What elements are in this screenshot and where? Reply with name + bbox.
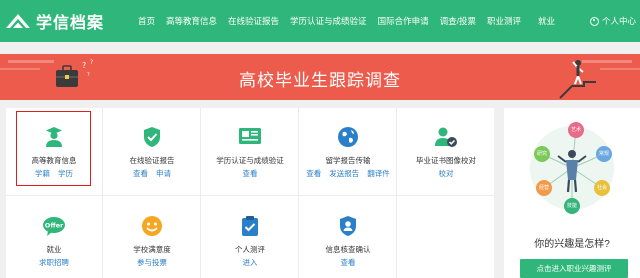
- top-navigation-bar: 学信档案 首页 高等教育信息 在线验证报告 学历认证与成绩验证 国际合作申请 调…: [0, 0, 640, 42]
- service-label: 就业: [46, 245, 62, 254]
- svg-text:?: ?: [90, 59, 93, 66]
- grid-divider: [6, 195, 494, 196]
- shield-user-icon: [340, 216, 356, 236]
- bubble-label: 艺术: [570, 127, 581, 133]
- nav-employment[interactable]: 就业: [538, 15, 555, 27]
- link-send-report[interactable]: 发送报告: [329, 169, 359, 178]
- link-view[interactable]: 查看: [133, 169, 148, 178]
- offer-icon: Offer: [43, 217, 65, 236]
- service-employment[interactable]: Offer 就业 求职招聘: [6, 197, 102, 278]
- nav-degree-certification[interactable]: 学历认证与成绩验证: [290, 15, 367, 27]
- service-degree-certification[interactable]: 学历认证与成绩验证 查看: [202, 108, 298, 195]
- user-center-menu[interactable]: 个人中心: [590, 0, 636, 42]
- link-proofread[interactable]: 校对: [439, 169, 454, 178]
- service-info-verification[interactable]: 信息核查确认 查看: [300, 197, 396, 278]
- service-label: 学历认证与成绩验证: [216, 156, 284, 165]
- grid-divider: [396, 108, 397, 278]
- link-vote[interactable]: 参与投票: [137, 258, 167, 267]
- clipboard-check-icon: [242, 216, 258, 236]
- nav-online-verification-report[interactable]: 在线验证报告: [228, 15, 279, 27]
- nav-career-assessment[interactable]: 职业测评: [487, 15, 521, 27]
- link-view[interactable]: 查看: [243, 169, 258, 178]
- nav-higher-education-info[interactable]: 高等教育信息: [166, 15, 217, 27]
- service-grid: 高等教育信息 学籍 学历 在线验证报告 查看 申请 学历认证与成绩验证 查看 留…: [6, 108, 494, 278]
- logo-book-icon: [6, 14, 30, 28]
- service-label: 在线验证报告: [129, 156, 175, 165]
- climbing-person-icon: [559, 60, 640, 99]
- link-view[interactable]: 查看: [341, 258, 356, 267]
- nav-international-cooperation[interactable]: 国际合作申请: [378, 15, 429, 27]
- service-personal-assessment[interactable]: 个人测评 进入: [202, 197, 298, 278]
- service-label: 毕业证书图像校对: [416, 156, 476, 165]
- certificate-icon: [239, 128, 261, 144]
- service-label: 个人测评: [235, 245, 265, 254]
- brand-name: 学信档案: [36, 15, 105, 32]
- service-label: 信息核查确认: [325, 245, 371, 254]
- service-online-verification-report[interactable]: 在线验证报告 查看 申请: [104, 108, 200, 195]
- highlight-box: [16, 111, 91, 186]
- link-view[interactable]: 查看: [306, 169, 321, 178]
- nav-home[interactable]: 首页: [138, 15, 155, 27]
- user-check-icon: [435, 127, 457, 147]
- interest-question: 你的兴趣是怎样?: [534, 239, 610, 250]
- service-diploma-image-proofread[interactable]: 毕业证书图像校对 校对: [398, 108, 494, 195]
- service-label: 学校满意度: [133, 245, 171, 254]
- grid-divider: [298, 108, 299, 278]
- link-job-search[interactable]: 求职招聘: [39, 258, 69, 267]
- smile-icon: [142, 216, 162, 236]
- grid-divider: [102, 108, 103, 278]
- service-school-satisfaction[interactable]: 学校满意度 参与投票: [104, 197, 200, 278]
- svg-text:Offer: Offer: [45, 222, 64, 230]
- interest-test-panel: 艺术 研究 常规 经营 社会 技能 你的兴趣是怎样? 点击进入职业兴趣测评: [504, 108, 640, 278]
- nav-survey-vote[interactable]: 调查/投票: [440, 15, 476, 27]
- link-enter[interactable]: 进入: [243, 258, 258, 267]
- shield-check-icon: [144, 127, 160, 147]
- survey-banner[interactable]: ? ? ? 高校毕业生跟踪调查: [0, 54, 640, 100]
- career-interest-test-button[interactable]: 点击进入职业兴趣测评: [520, 259, 628, 278]
- service-study-abroad-report[interactable]: 留学报告传输 查看 发送报告 翻译件: [300, 108, 396, 195]
- bubble-label: 常规: [598, 151, 609, 157]
- bubble-label: 技能: [566, 203, 577, 209]
- user-center-label: 个人中心: [602, 16, 637, 26]
- globe-icon: [338, 127, 358, 147]
- link-apply[interactable]: 申请: [156, 169, 171, 178]
- bubble-label: 经营: [538, 185, 549, 191]
- bubble-label: 社会: [596, 185, 607, 191]
- user-icon: [590, 16, 599, 26]
- main-nav: 首页 高等教育信息 在线验证报告 学历认证与成绩验证 国际合作申请 调查/投票 …: [138, 0, 555, 42]
- grid-divider: [200, 108, 201, 278]
- service-label: 留学报告传输: [325, 156, 371, 165]
- link-translation[interactable]: 翻译件: [367, 169, 390, 178]
- site-logo[interactable]: 学信档案: [4, 8, 104, 34]
- bubble-label: 研究: [536, 151, 547, 157]
